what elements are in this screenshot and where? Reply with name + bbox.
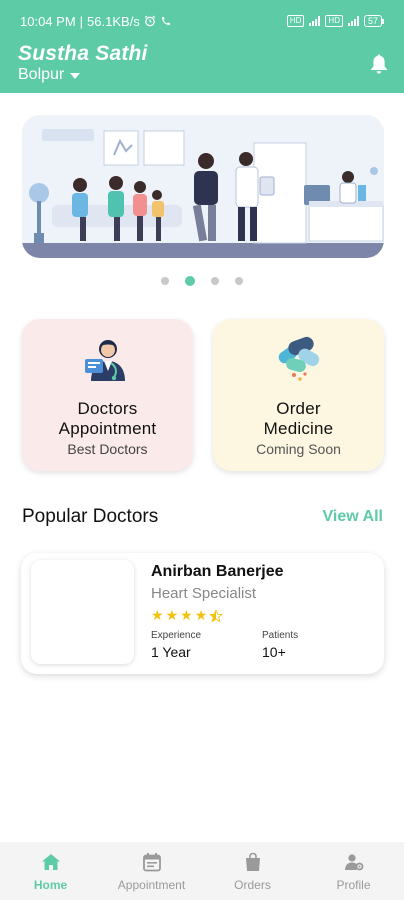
alarm-icon <box>144 15 156 27</box>
clinic-illustration <box>22 115 384 258</box>
carousel-dot[interactable] <box>211 277 219 285</box>
network-speed: 56.1KB/s <box>87 13 140 29</box>
app-header: Sustha Sathi Bolpur <box>0 42 404 93</box>
order-medicine-card[interactable]: Order Medicine Coming Soon <box>213 319 384 471</box>
section-title: Popular Doctors <box>22 506 159 527</box>
nav-appointment[interactable]: Appointment <box>101 842 202 900</box>
doctor-card[interactable]: Anirban Banerjee Heart Specialist ★ ★ ★ … <box>21 553 384 674</box>
nav-label: Orders <box>234 878 271 892</box>
nav-label: Appointment <box>117 878 186 892</box>
card-subtitle: Best Doctors <box>67 441 148 457</box>
calendar-icon <box>142 853 161 872</box>
profile-settings-icon <box>344 854 363 871</box>
nav-home[interactable]: Home <box>0 842 101 900</box>
bottom-nav: Home Appointment Orders Profile <box>0 842 404 900</box>
view-all-link[interactable]: View All <box>323 508 383 526</box>
star-icon: ★ <box>151 607 165 623</box>
experience-value: 1 Year <box>151 644 191 660</box>
patients-value: 10+ <box>262 644 286 660</box>
doctor-icon <box>84 340 125 381</box>
doctor-name: Anirban Banerjee <box>151 563 284 580</box>
patients-label: Patients <box>262 630 299 641</box>
doctors-appointment-card[interactable]: Doctors Appointment Best Doctors <box>22 319 193 471</box>
nav-label: Profile <box>336 878 371 892</box>
doctor-specialty: Heart Specialist <box>151 585 257 602</box>
signal-2-icon <box>347 16 359 26</box>
app-title: Sustha Sathi <box>18 42 148 65</box>
star-icon: ★ <box>180 607 194 623</box>
top-bar: 10:04 PM | 56.1KB/s HD HD 57 Sustha Sath… <box>0 0 404 93</box>
location-label: Bolpur <box>18 66 65 83</box>
carousel-dot[interactable] <box>161 277 169 285</box>
half-star-icon <box>209 609 224 623</box>
rating-stars: ★ ★ ★ ★ <box>151 607 224 624</box>
star-icon: ★ <box>165 607 180 623</box>
promo-banner[interactable] <box>22 115 384 258</box>
battery-icon: 57 <box>363 15 385 27</box>
carousel-indicator[interactable] <box>0 276 404 286</box>
location-selector[interactable]: Bolpur <box>18 66 404 84</box>
nav-profile[interactable]: Profile <box>303 842 404 900</box>
card-subtitle: Coming Soon <box>256 441 341 457</box>
card-title: Order Medicine <box>263 399 334 438</box>
status-time: 10:04 PM <box>20 13 76 29</box>
lte-badge-icon: HD <box>325 15 343 27</box>
doctor-photo <box>31 560 134 664</box>
card-title: Doctors Appointment <box>58 399 157 438</box>
chevron-down-icon <box>70 73 81 79</box>
call-forward-icon <box>161 17 170 25</box>
nav-label: Home <box>33 878 68 892</box>
sim-badge-icon: HD <box>286 15 305 27</box>
bag-icon <box>245 852 260 871</box>
experience-label: Experience <box>151 630 202 641</box>
carousel-dot-active[interactable] <box>185 276 195 286</box>
pills-icon <box>278 336 319 381</box>
nav-orders[interactable]: Orders <box>202 842 303 900</box>
signal-1-icon <box>309 16 321 26</box>
carousel-dot[interactable] <box>235 277 243 285</box>
status-bar: 10:04 PM | 56.1KB/s HD HD 57 <box>0 0 404 42</box>
star-icon: ★ <box>194 607 209 623</box>
bell-icon[interactable] <box>369 53 389 75</box>
home-icon <box>41 854 60 870</box>
